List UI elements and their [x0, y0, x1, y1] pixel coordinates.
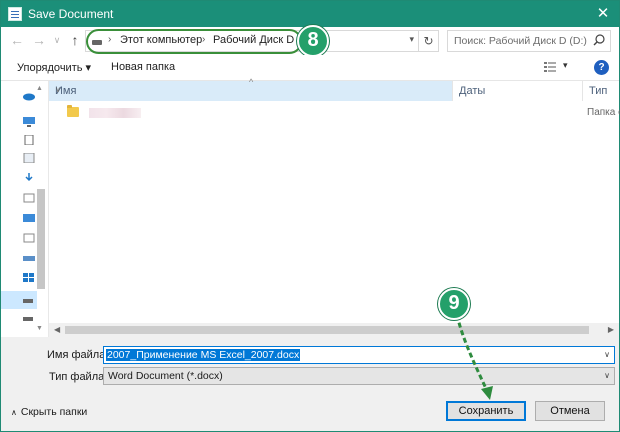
- hide-folders-label: Скрыть папки: [20, 406, 88, 418]
- nav-scroll-up-icon[interactable]: ▲: [36, 85, 43, 92]
- documents-icon[interactable]: [23, 135, 35, 145]
- column-filter-icon[interactable]: ∨: [55, 85, 448, 94]
- window-title: Save Document: [28, 7, 114, 21]
- callout-badge-9: 9: [438, 288, 470, 320]
- file-name-value: 2007_Применение MS Excel_2007.docx: [106, 349, 301, 361]
- navigation-pane[interactable]: ▲ ▼: [1, 81, 49, 337]
- callout-badge-8: 8: [297, 25, 329, 57]
- column-header-name[interactable]: Имя ^ ∨: [49, 77, 453, 101]
- file-type-cell: Папка с: [587, 107, 620, 118]
- file-row[interactable]: Папка с: [49, 103, 620, 123]
- onedrive-icon[interactable]: [23, 91, 35, 101]
- address-dropdown-icon[interactable]: ▾: [409, 34, 414, 45]
- column-header-date[interactable]: Даты: [453, 81, 583, 101]
- nav-scroll-down-icon[interactable]: ▼: [36, 325, 43, 332]
- scroll-left-icon[interactable]: ◀: [54, 325, 60, 334]
- windows-drive-icon[interactable]: [23, 273, 35, 283]
- column-type-label: Тип: [589, 85, 608, 97]
- drive-d-icon: [23, 299, 33, 303]
- document-icon: [8, 7, 22, 21]
- file-list[interactable]: Имя ^ ∨ Даты Тип Папка с ◀ ▶: [49, 77, 620, 337]
- desktop-icon[interactable]: [23, 213, 35, 223]
- pictures-icon[interactable]: [23, 153, 35, 163]
- drive-c-icon[interactable]: [23, 253, 35, 263]
- file-type-label: Тип файла:: [49, 371, 108, 383]
- view-dropdown-button[interactable]: ▾: [563, 60, 568, 71]
- nav-scrollbar-thumb[interactable]: [37, 189, 45, 289]
- scroll-right-icon[interactable]: ▶: [608, 325, 614, 334]
- save-dialog: Save Document ✕ ← → ∨ ↑ › Этот компьютер…: [0, 0, 620, 432]
- folder-icon: [67, 105, 79, 117]
- toolbar: Упорядочить ▾ Новая папка ▾ ?: [1, 55, 619, 81]
- search-box[interactable]: Поиск: Рабочий Диск D (D:): [447, 30, 611, 52]
- new-folder-button[interactable]: Новая папка: [111, 61, 175, 73]
- chevron-up-icon: ∧: [11, 408, 17, 417]
- file-name-input[interactable]: 2007_Применение MS Excel_2007.docx ∨: [103, 346, 615, 364]
- file-type-select[interactable]: Word Document (*.docx) ∨: [103, 367, 615, 385]
- view-options-icon[interactable]: [544, 62, 556, 72]
- search-placeholder: Поиск: Рабочий Диск D (D:): [454, 35, 587, 47]
- column-header-type[interactable]: Тип: [583, 81, 620, 101]
- title-bar: Save Document ✕: [1, 1, 619, 27]
- column-date-label: Даты: [459, 85, 486, 97]
- hide-folders-button[interactable]: ∧ Скрыть папки: [11, 406, 87, 418]
- callout-highlight-address: [86, 29, 302, 54]
- network-drive-icon[interactable]: [23, 313, 35, 323]
- horizontal-scrollbar-thumb[interactable]: [65, 326, 589, 334]
- this-pc-icon[interactable]: [23, 117, 35, 127]
- up-folder-button[interactable]: ↑: [67, 32, 83, 48]
- back-button[interactable]: ←: [9, 32, 25, 48]
- file-name-label: Имя файла:: [47, 349, 109, 361]
- downloads-icon[interactable]: [23, 173, 35, 183]
- cancel-button[interactable]: Отмена: [535, 401, 605, 421]
- help-button[interactable]: ?: [594, 60, 609, 75]
- horizontal-scrollbar[interactable]: ◀ ▶: [49, 323, 619, 337]
- search-icon: [593, 34, 605, 46]
- refresh-button[interactable]: ↻: [419, 30, 439, 52]
- file-type-value: Word Document (*.docx): [108, 370, 223, 382]
- music-icon[interactable]: [23, 193, 35, 203]
- save-button[interactable]: Сохранить: [446, 401, 526, 421]
- file-type-dropdown-icon: ∨: [604, 371, 610, 380]
- close-button[interactable]: ✕: [593, 4, 613, 24]
- file-name-dropdown-icon[interactable]: ∨: [604, 350, 610, 359]
- recent-locations-button[interactable]: ∨: [49, 32, 65, 48]
- blurred-folder-name: [89, 108, 141, 118]
- forward-button[interactable]: →: [31, 32, 47, 48]
- videos-icon[interactable]: [23, 233, 35, 243]
- organize-button[interactable]: Упорядочить ▾: [17, 61, 91, 74]
